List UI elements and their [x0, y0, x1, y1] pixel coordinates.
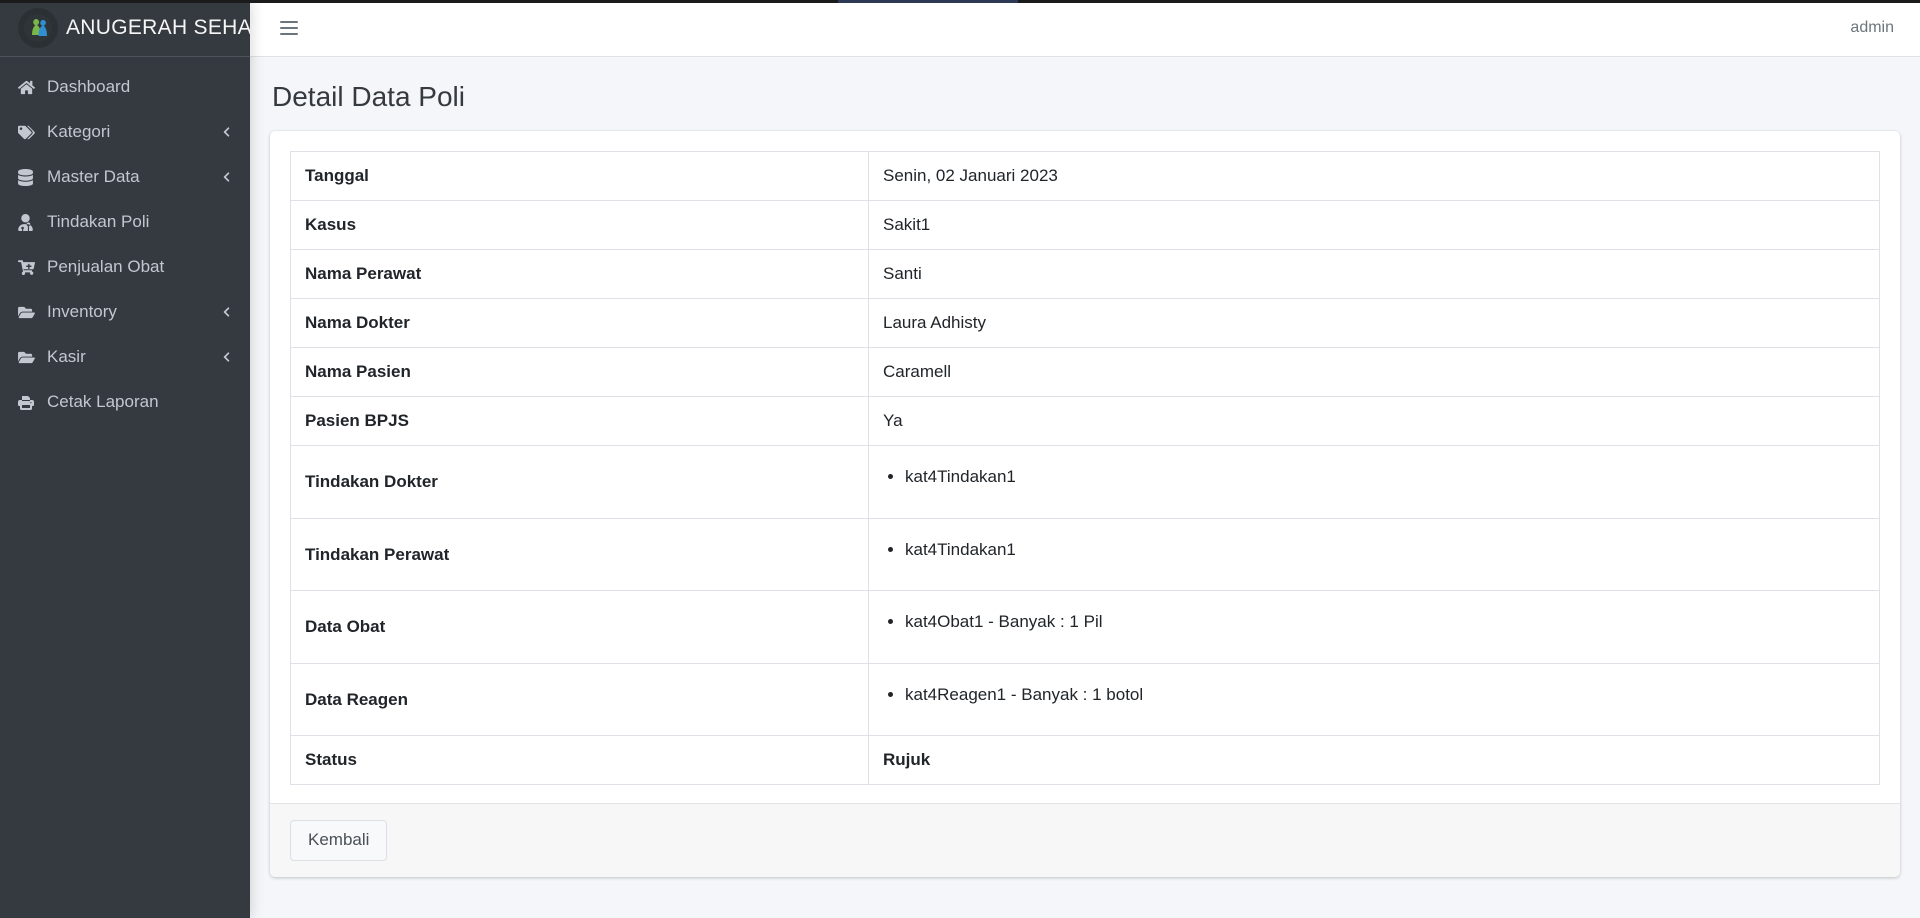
folder-open-icon — [18, 350, 42, 365]
sidebar-item-dashboard[interactable]: Dashboard — [8, 65, 242, 109]
list-item: kat4Obat1 - Banyak : 1 Pil — [905, 605, 1865, 649]
table-row: Nama Dokter Laura Adhisty — [290, 298, 1880, 349]
sidebar-item-cetak-laporan[interactable]: Cetak Laporan — [8, 380, 242, 424]
browser-active-tab-indicator — [838, 0, 1018, 3]
row-value: Sakit1 — [868, 200, 1880, 251]
row-label: Nama Perawat — [290, 249, 869, 300]
table-row: Tindakan Dokter kat4Tindakan1 — [290, 445, 1880, 519]
sidebar-item-penjualan-obat[interactable]: Penjualan Obat — [8, 245, 242, 289]
row-value: Laura Adhisty — [868, 298, 1880, 349]
value-list: kat4Obat1 - Banyak : 1 Pil — [883, 605, 1865, 649]
app-root: ANUGERAH SEHAT Dashboard Kategori Master… — [0, 0, 1920, 918]
print-icon — [18, 394, 42, 410]
table-row: Data Obat kat4Obat1 - Banyak : 1 Pil — [290, 590, 1880, 664]
value-list: kat4Reagen1 - Banyak : 1 botol — [883, 678, 1865, 722]
chevron-left-icon[interactable] — [221, 307, 232, 318]
table-row: Nama Pasien Caramell — [290, 347, 1880, 398]
sidebar-item-label: Kategori — [47, 122, 111, 141]
row-value: Caramell — [868, 347, 1880, 398]
content-header: Detail Data Poli — [250, 57, 1920, 121]
browser-top-strip — [0, 0, 1920, 3]
list-item: kat4Tindakan1 — [905, 460, 1865, 504]
sidebar-item-label: Penjualan Obat — [47, 257, 165, 276]
list-item: kat4Reagen1 - Banyak : 1 botol — [905, 678, 1865, 722]
value-list: kat4Tindakan1 — [883, 533, 1865, 577]
sidebar-item-label: Master Data — [47, 167, 140, 186]
row-label: Tindakan Perawat — [290, 517, 869, 592]
table-row: Kasus Sakit1 — [290, 200, 1880, 251]
sidebar-item-tindakan-poli[interactable]: Tindakan Poli — [8, 200, 242, 244]
value-list: kat4Tindakan1 — [883, 460, 1865, 504]
main-header: admin — [250, 0, 1920, 57]
folder-open-icon — [18, 305, 42, 320]
row-label: Kasus — [290, 200, 869, 251]
user-menu-admin[interactable]: admin — [1850, 19, 1894, 37]
chevron-left-icon[interactable] — [221, 352, 232, 363]
sidebar-item-label: Kasir — [47, 347, 86, 366]
row-value-list: kat4Obat1 - Banyak : 1 Pil — [868, 590, 1880, 664]
tags-icon — [18, 124, 42, 141]
detail-data-table: Tanggal Senin, 02 Januari 2023 Kasus Sak… — [290, 151, 1880, 786]
hamburger-bar — [280, 33, 298, 35]
brand-link[interactable]: ANUGERAH SEHAT — [0, 0, 250, 57]
sidebar-item-master-data[interactable]: Master Data — [8, 155, 242, 199]
row-value-list: kat4Tindakan1 — [868, 445, 1880, 519]
row-label: Nama Dokter — [290, 298, 869, 349]
table-row: Data Reagen kat4Reagen1 - Banyak : 1 bot… — [290, 662, 1880, 737]
hamburger-bar — [280, 21, 298, 23]
back-button[interactable]: Kembali — [290, 820, 388, 861]
row-label: Data Reagen — [290, 662, 869, 737]
hamburger-menu-icon[interactable] — [272, 11, 306, 45]
row-label: Nama Pasien — [290, 347, 869, 398]
table-row: Status Rujuk — [290, 735, 1880, 786]
sidebar-nav: Dashboard Kategori Master Data Tindakan … — [0, 57, 250, 424]
row-value-list: kat4Reagen1 - Banyak : 1 botol — [868, 662, 1880, 737]
sidebar-item-kasir[interactable]: Kasir — [8, 335, 242, 379]
row-label: Pasien BPJS — [290, 396, 869, 447]
status-value: Rujuk — [868, 735, 1880, 786]
content-wrapper: admin Detail Data Poli Tanggal Senin, 02… — [250, 0, 1920, 918]
list-item: kat4Tindakan1 — [905, 533, 1865, 577]
table-row: Nama Perawat Santi — [290, 249, 1880, 300]
header-right: admin — [1850, 19, 1902, 37]
shopping-cart-icon — [18, 259, 42, 276]
row-value: Ya — [868, 396, 1880, 447]
row-value: Santi — [868, 249, 1880, 300]
user-md-icon — [18, 213, 42, 231]
row-label: Status — [290, 735, 869, 786]
sidebar-item-label: Cetak Laporan — [47, 392, 159, 411]
sidebar: ANUGERAH SEHAT Dashboard Kategori Master… — [0, 0, 250, 918]
table-row: Tanggal Senin, 02 Januari 2023 — [290, 151, 1880, 202]
home-icon — [18, 79, 42, 96]
card-footer: Kembali — [270, 803, 1900, 877]
row-value-list: kat4Tindakan1 — [868, 517, 1880, 592]
database-icon — [18, 168, 42, 186]
sidebar-item-label: Tindakan Poli — [47, 212, 150, 231]
card-area: Tanggal Senin, 02 Januari 2023 Kasus Sak… — [250, 121, 1920, 877]
detail-card: Tanggal Senin, 02 Januari 2023 Kasus Sak… — [270, 131, 1900, 877]
row-label: Tindakan Dokter — [290, 445, 869, 519]
table-row: Tindakan Perawat kat4Tindakan1 — [290, 517, 1880, 592]
chevron-left-icon[interactable] — [221, 172, 232, 183]
sidebar-item-label: Dashboard — [47, 77, 131, 96]
hamburger-bar — [280, 27, 298, 29]
chevron-left-icon[interactable] — [221, 127, 232, 138]
sidebar-item-label: Inventory — [47, 302, 117, 321]
card-body: Tanggal Senin, 02 Januari 2023 Kasus Sak… — [270, 131, 1900, 803]
sidebar-item-inventory[interactable]: Inventory — [8, 290, 242, 334]
sidebar-item-kategori[interactable]: Kategori — [8, 110, 242, 154]
page-title: Detail Data Poli — [272, 81, 465, 112]
row-label: Data Obat — [290, 590, 869, 664]
people-care-logo-icon — [18, 8, 58, 48]
row-value: Senin, 02 Januari 2023 — [868, 151, 1880, 202]
row-label: Tanggal — [290, 151, 869, 202]
brand-title: ANUGERAH SEHAT — [66, 16, 250, 39]
table-row: Pasien BPJS Ya — [290, 396, 1880, 447]
